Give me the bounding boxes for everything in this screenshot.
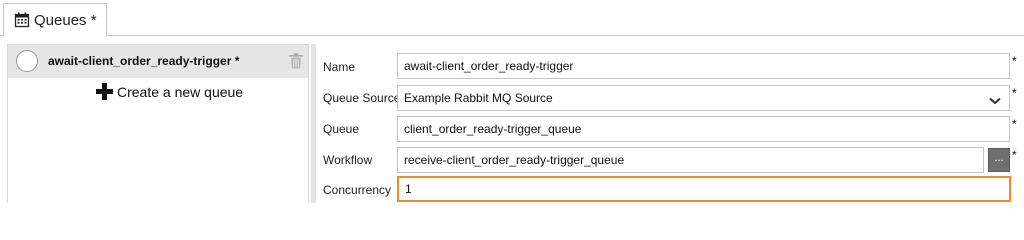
queue-value: client_order_ready-trigger_queue <box>404 122 582 136</box>
concurrency-value: 1 <box>405 182 412 196</box>
create-queue-button[interactable]: Create a new queue <box>96 83 243 100</box>
name-value: await-client_order_ready-trigger <box>404 59 574 73</box>
workflow-required-mark: * <box>1012 148 1017 162</box>
workflow-browse-button[interactable]: ... <box>988 148 1010 172</box>
panel-splitter[interactable] <box>311 44 316 203</box>
tab-queues[interactable]: Queues * <box>3 3 107 37</box>
queue-source-select[interactable]: Example Rabbit MQ Source <box>397 85 1010 111</box>
name-field[interactable]: await-client_order_ready-trigger <box>397 53 1010 79</box>
queue-status-radio[interactable] <box>16 50 38 72</box>
queue-label: Queue <box>323 122 360 136</box>
plus-icon <box>96 83 113 100</box>
chevron-down-icon <box>989 94 1001 108</box>
workflow-value: receive-client_order_ready-trigger_queue <box>404 153 625 167</box>
workflow-label: Workflow <box>323 153 373 167</box>
name-label: Name <box>323 60 356 74</box>
queue-source-label: Queue Source <box>323 91 401 105</box>
concurrency-label: Concurrency <box>323 183 392 197</box>
queue-source-value: Example Rabbit MQ Source <box>404 91 553 105</box>
queue-item-name: await-client_order_ready-trigger * <box>48 54 240 68</box>
concurrency-field[interactable]: 1 <box>397 176 1011 202</box>
workflow-field[interactable]: receive-client_order_ready-trigger_queue <box>397 147 984 173</box>
queue-field[interactable]: client_order_ready-trigger_queue <box>397 116 1010 142</box>
list-item[interactable]: await-client_order_ready-trigger * <box>8 45 308 78</box>
trash-icon[interactable] <box>289 53 303 69</box>
queue-list-panel: await-client_order_ready-trigger * Creat… <box>7 44 309 203</box>
tab-label: Queues * <box>34 11 97 29</box>
name-required-mark: * <box>1012 54 1017 68</box>
tab-bar: Queues * <box>0 0 1024 37</box>
queue-source-required-mark: * <box>1012 86 1017 100</box>
calendar-icon <box>14 12 30 28</box>
create-queue-label: Create a new queue <box>117 83 244 100</box>
queue-required-mark: * <box>1012 117 1017 131</box>
